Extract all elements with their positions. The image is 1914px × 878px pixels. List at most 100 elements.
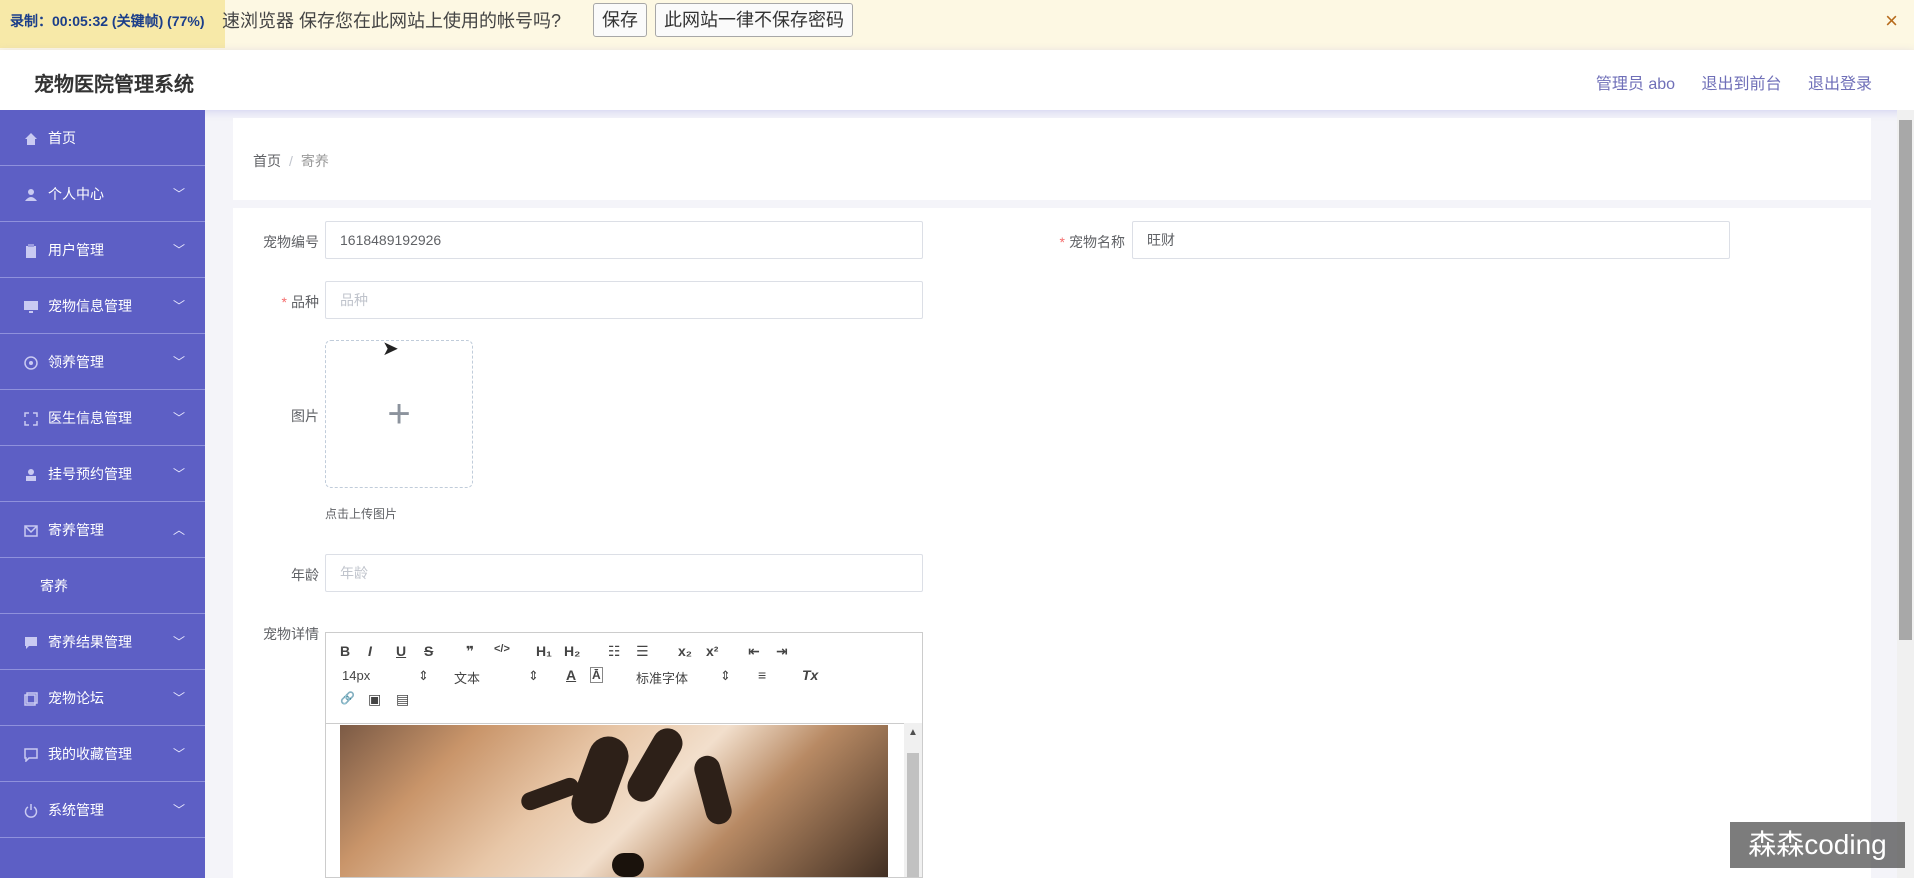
back-to-front-link[interactable]: 退出到前台 <box>1702 76 1782 93</box>
save-password-button[interactable]: 保存 <box>593 3 647 37</box>
blockquote-button[interactable]: ❞ <box>466 643 474 660</box>
sidebar-item-system[interactable]: 系统管理 ﹀ <box>0 782 205 838</box>
header-links: 管理员 abo 退出到前台 退出登录 <box>1574 70 1872 94</box>
sidebar-item-label: 挂号预约管理 <box>48 466 132 482</box>
code-block-button[interactable]: </> <box>494 643 510 655</box>
sidebar-item-favorites[interactable]: 我的收藏管理 ﹀ <box>0 726 205 782</box>
page-scrollbar-thumb[interactable] <box>1899 120 1912 640</box>
page-scrollbar[interactable] <box>1897 110 1914 878</box>
pet-detail-label: 宠物详情 <box>229 624 319 644</box>
sidebar-item-label: 领养管理 <box>48 354 104 370</box>
clipboard-icon <box>26 244 36 258</box>
age-label: 年龄 <box>229 565 319 585</box>
admin-user-link[interactable]: 管理员 abo <box>1596 76 1675 93</box>
font-family-select[interactable]: 标准字体 <box>636 668 688 687</box>
chevron-down-icon: ﹀ <box>172 467 185 481</box>
bullet-list-button[interactable]: ☰ <box>636 643 649 660</box>
sidebar-item-doctor-info[interactable]: 医生信息管理 ﹀ <box>0 390 205 446</box>
breadcrumb-current: 寄养 <box>300 153 329 169</box>
video-button[interactable]: ▤ <box>396 691 409 708</box>
header-type-select[interactable]: 文本 <box>454 668 480 687</box>
outdent-button[interactable]: ⇤ <box>748 643 760 660</box>
breadcrumb-home[interactable]: 首页 <box>253 153 281 169</box>
person-icon <box>26 469 36 481</box>
background-color-button[interactable]: Ā <box>590 667 603 683</box>
pet-id-label-text: 宠物编号 <box>263 234 319 250</box>
password-save-bar: 录制：00:05:32 (关键帧) (77%) 速浏览器 保存您在此网站上使用的… <box>0 0 1914 51</box>
underline-button[interactable]: U <box>396 643 406 659</box>
header-type-value: 文本 <box>454 671 481 686</box>
chevron-down-icon: ﹀ <box>172 747 185 761</box>
plus-icon: + <box>387 392 411 436</box>
select-arrow-icon: ⇕ <box>418 668 429 683</box>
chevron-down-icon: ﹀ <box>172 187 185 201</box>
pet-name-label: * 宠物名称 <box>1035 232 1125 252</box>
sidebar-item-label: 个人中心 <box>48 186 104 202</box>
sidebar-item-pet-info[interactable]: 宠物信息管理 ﹀ <box>0 278 205 334</box>
breed-label-text: 品种 <box>291 294 319 310</box>
font-family-value: 标准字体 <box>636 671 689 686</box>
ordered-list-button[interactable]: ☷ <box>608 643 621 660</box>
pet-detail-label-text: 宠物详情 <box>263 626 319 642</box>
font-size-value: 14px <box>342 668 371 683</box>
editor-scrollbar[interactable]: ▲ <box>904 723 922 877</box>
copy-icon <box>24 692 38 706</box>
subscript-button[interactable]: x₂ <box>678 643 692 659</box>
editor-toolbar: B I U S ❞ </> H₁ H₂ ☷ ☰ x₂ x² ⇤ ⇥ 14px ⇕… <box>326 633 922 724</box>
close-icon[interactable]: × <box>1885 8 1898 34</box>
bold-button[interactable]: B <box>340 643 350 659</box>
required-mark: * <box>281 294 287 310</box>
pet-id-field[interactable] <box>325 221 923 259</box>
editor-content[interactable]: ▲ <box>326 722 922 877</box>
sidebar: 首页 个人中心 ﹀ 用户管理 ﹀ 宠物信息管理 ﹀ 领养管理 ﹀ 医生信息管理 … <box>0 110 205 878</box>
link-button[interactable]: 🔗 <box>340 691 355 705</box>
sidebar-item-adoption[interactable]: 领养管理 ﹀ <box>0 334 205 390</box>
compass-icon <box>24 356 38 370</box>
sidebar-item-home[interactable]: 首页 <box>0 110 205 166</box>
form-card: 宠物编号 *宠物名称 *品种 图片 + 点击上传图片 年龄 宠物详情 B I U… <box>233 208 1871 878</box>
font-size-select[interactable]: 14px <box>342 668 370 683</box>
chevron-down-icon: ﹀ <box>172 691 185 705</box>
font-color-button[interactable]: A <box>566 667 576 683</box>
rich-text-editor: B I U S ❞ </> H₁ H₂ ☷ ☰ x₂ x² ⇤ ⇥ 14px ⇕… <box>325 632 923 878</box>
chevron-down-icon: ﹀ <box>172 803 185 817</box>
sidebar-item-personal-center[interactable]: 个人中心 ﹀ <box>0 166 205 222</box>
clear-format-button[interactable]: Tx <box>802 667 818 683</box>
indent-button[interactable]: ⇥ <box>776 643 788 660</box>
chevron-down-icon: ﹀ <box>172 299 185 313</box>
image-label-text: 图片 <box>291 408 319 424</box>
upload-tip: 点击上传图片 <box>325 507 398 521</box>
sidebar-item-boarding[interactable]: 寄养管理 ︿ <box>0 502 205 558</box>
sidebar-item-users[interactable]: 用户管理 ﹀ <box>0 222 205 278</box>
align-button[interactable]: ≡ <box>758 667 766 683</box>
user-icon <box>25 189 37 201</box>
scrollbar-thumb[interactable] <box>907 753 919 877</box>
sidebar-item-boarding-result[interactable]: 寄养结果管理 ﹀ <box>0 614 205 670</box>
home-icon <box>25 133 37 145</box>
italic-button[interactable]: I <box>368 643 372 659</box>
mouse-pointer-icon: ➤ <box>382 338 399 360</box>
superscript-button[interactable]: x² <box>706 643 718 659</box>
sidebar-item-label: 用户管理 <box>48 242 104 258</box>
sidebar-item-label: 系统管理 <box>48 802 104 818</box>
sidebar-item-label: 宠物论坛 <box>48 690 104 706</box>
sidebar-item-appointment[interactable]: 挂号预约管理 ﹀ <box>0 446 205 502</box>
h1-button[interactable]: H₁ <box>536 643 552 659</box>
recording-overlay-label: 录制：00:05:32 (关键帧) (77%) <box>0 0 225 48</box>
sidebar-subitem-boarding[interactable]: 寄养 <box>0 558 205 614</box>
chevron-down-icon: ﹀ <box>172 243 185 257</box>
image-button[interactable]: ▣ <box>368 691 381 708</box>
age-field[interactable] <box>325 554 923 592</box>
sidebar-item-label: 宠物信息管理 <box>48 298 132 314</box>
pet-name-field[interactable] <box>1132 221 1730 259</box>
sidebar-item-label: 寄养管理 <box>48 522 104 538</box>
breed-label: * 品种 <box>229 292 319 312</box>
breed-field[interactable] <box>325 281 923 319</box>
sidebar-item-forum[interactable]: 宠物论坛 ﹀ <box>0 670 205 726</box>
strike-button[interactable]: S <box>424 643 433 659</box>
sidebar-item-label: 首页 <box>48 130 76 146</box>
image-upload-area[interactable]: + <box>325 340 473 488</box>
h2-button[interactable]: H₂ <box>564 643 580 659</box>
never-save-password-button[interactable]: 此网站一律不保存密码 <box>655 3 853 37</box>
logout-link[interactable]: 退出登录 <box>1808 76 1872 93</box>
